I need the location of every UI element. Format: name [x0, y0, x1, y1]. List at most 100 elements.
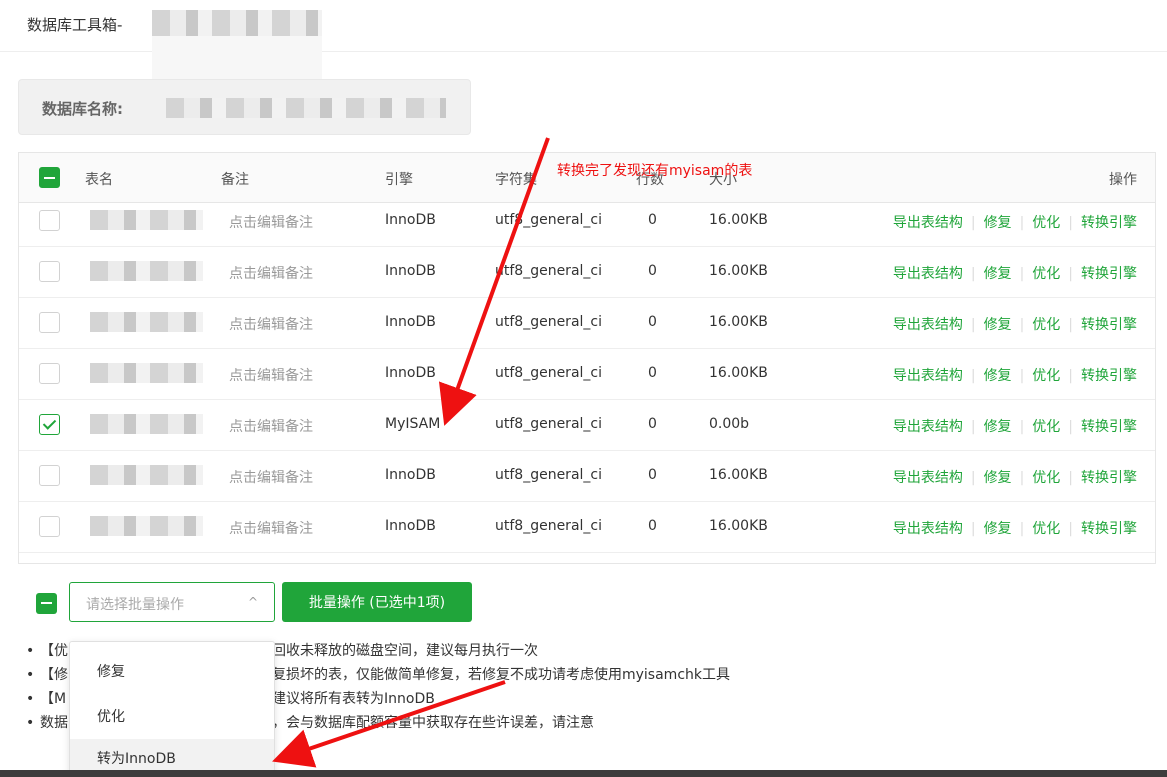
row-checkbox[interactable]	[39, 363, 60, 384]
chevron-up-icon: ^	[247, 595, 258, 609]
tables-table: 表名 备注 引擎 字符集 行数 大小 操作 点击编辑备注 InnoDB utf8_g…	[18, 152, 1156, 564]
row-count-value: 0	[648, 467, 657, 483]
optimize-link[interactable]: 优化	[1032, 368, 1060, 384]
engine-value: InnoDB	[385, 365, 436, 381]
export-structure-link[interactable]: 导出表结构	[893, 470, 963, 486]
optimize-link[interactable]: 优化	[1032, 470, 1060, 486]
edit-note-link[interactable]: 点击编辑备注	[229, 416, 313, 436]
batch-operation-select[interactable]: 请选择批量操作 ^	[69, 582, 275, 622]
row-count-value: 0	[648, 518, 657, 534]
redacted-table-name	[90, 312, 203, 332]
table-row: 点击编辑备注 MyISAM utf8_general_ci 0 0.00b 导出表结构 | 修…	[19, 400, 1155, 451]
column-engine: 引擎	[385, 172, 413, 188]
edit-note-link[interactable]: 点击编辑备注	[229, 518, 313, 538]
engine-value: InnoDB	[385, 263, 436, 279]
export-structure-link[interactable]: 导出表结构	[893, 215, 963, 231]
engine-value: InnoDB	[385, 518, 436, 534]
dropdown-option-optimize[interactable]: 优化	[70, 697, 274, 737]
table-row: 点击编辑备注 InnoDB utf8_general_ci 0 16.00KB 导出表结构…	[19, 349, 1155, 400]
edit-note-link[interactable]: 点击编辑备注	[229, 263, 313, 283]
repair-link[interactable]: 修复	[984, 266, 1012, 282]
select-all-checkbox[interactable]	[39, 167, 60, 188]
row-count-value: 0	[648, 365, 657, 381]
convert-engine-link[interactable]: 转换引擎	[1081, 368, 1137, 384]
convert-engine-link[interactable]: 转换引擎	[1081, 266, 1137, 282]
row-count-value: 0	[648, 263, 657, 279]
size-value: 16.00KB	[709, 467, 768, 483]
edit-note-link[interactable]: 点击编辑备注	[229, 314, 313, 334]
size-value: 16.00KB	[709, 518, 768, 534]
row-actions: 导出表结构 | 修复 | 优化 | 转换引擎	[892, 368, 1137, 384]
row-actions: 导出表结构 | 修复 | 优化 | 转换引擎	[892, 215, 1137, 231]
batch-operation-button[interactable]: 批量操作 (已选中1项)	[282, 582, 472, 622]
optimize-link[interactable]: 优化	[1032, 521, 1060, 537]
redacted-table-name	[90, 465, 203, 485]
row-count-value: 0	[648, 212, 657, 228]
batch-select-checkbox[interactable]	[36, 593, 57, 614]
size-value: 16.00KB	[709, 263, 768, 279]
export-structure-link[interactable]: 导出表结构	[893, 368, 963, 384]
repair-link[interactable]: 修复	[984, 521, 1012, 537]
table-row: 点击编辑备注 InnoDB utf8_general_ci 0 16.00KB 导出表结构…	[19, 196, 1155, 247]
convert-engine-link[interactable]: 转换引擎	[1081, 419, 1137, 435]
redacted-table-name	[90, 210, 203, 230]
repair-link[interactable]: 修复	[984, 368, 1012, 384]
size-value: 16.00KB	[709, 212, 768, 228]
row-actions: 导出表结构 | 修复 | 优化 | 转换引擎	[892, 521, 1137, 537]
row-actions: 导出表结构 | 修复 | 优化 | 转换引擎	[892, 419, 1137, 435]
row-actions: 导出表结构 | 修复 | 优化 | 转换引擎	[892, 266, 1137, 282]
batch-select-placeholder: 请选择批量操作	[86, 597, 184, 613]
row-checkbox[interactable]	[39, 465, 60, 486]
redacted-table-name	[90, 516, 203, 536]
engine-value: MyISAM	[385, 416, 441, 432]
export-structure-link[interactable]: 导出表结构	[893, 266, 963, 282]
charset-value: utf8_general_ci	[495, 416, 602, 432]
table-row: 点击编辑备注 InnoDB utf8_general_ci 0 16.00KB 导出表结构…	[19, 247, 1155, 298]
redacted-overlay	[152, 36, 322, 82]
column-table-name: 表名	[85, 172, 113, 188]
convert-engine-link[interactable]: 转换引擎	[1081, 215, 1137, 231]
charset-value: utf8_general_ci	[495, 314, 602, 330]
repair-link[interactable]: 修复	[984, 215, 1012, 231]
engine-value: InnoDB	[385, 467, 436, 483]
export-structure-link[interactable]: 导出表结构	[893, 521, 963, 537]
size-value: 16.00KB	[709, 365, 768, 381]
database-name-label: 数据库名称:	[42, 100, 123, 118]
row-checkbox[interactable]	[39, 210, 60, 231]
redacted-database-name	[166, 98, 446, 118]
row-checkbox[interactable]	[39, 516, 60, 537]
size-value: 16.00KB	[709, 314, 768, 330]
row-checkbox[interactable]	[39, 261, 60, 282]
optimize-link[interactable]: 优化	[1032, 419, 1060, 435]
optimize-link[interactable]: 优化	[1032, 266, 1060, 282]
redacted-table-name	[90, 261, 203, 281]
convert-engine-link[interactable]: 转换引擎	[1081, 317, 1137, 333]
size-value: 0.00b	[709, 416, 750, 432]
edit-note-link[interactable]: 点击编辑备注	[229, 365, 313, 385]
engine-value: InnoDB	[385, 314, 436, 330]
row-checkbox[interactable]	[39, 414, 60, 435]
repair-link[interactable]: 修复	[984, 470, 1012, 486]
annotation-text: 转换完了发现还有myisam的表	[557, 163, 753, 179]
optimize-link[interactable]: 优化	[1032, 215, 1060, 231]
row-count-value: 0	[648, 314, 657, 330]
edit-note-link[interactable]: 点击编辑备注	[229, 467, 313, 487]
dialog-title: 数据库工具箱-	[27, 16, 123, 34]
convert-engine-link[interactable]: 转换引擎	[1081, 470, 1137, 486]
charset-value: utf8_general_ci	[495, 263, 602, 279]
export-structure-link[interactable]: 导出表结构	[893, 317, 963, 333]
dropdown-option-repair[interactable]: 修复	[70, 652, 274, 692]
row-count-value: 0	[648, 416, 657, 432]
row-checkbox[interactable]	[39, 312, 60, 333]
column-note: 备注	[221, 172, 249, 188]
convert-engine-link[interactable]: 转换引擎	[1081, 521, 1137, 537]
table-row: 点击编辑备注 InnoDB utf8_general_ci 0 16.00KB 导出表结构…	[19, 298, 1155, 349]
repair-link[interactable]: 修复	[984, 419, 1012, 435]
charset-value: utf8_general_ci	[495, 365, 602, 381]
export-structure-link[interactable]: 导出表结构	[893, 419, 963, 435]
repair-link[interactable]: 修复	[984, 317, 1012, 333]
table-row: 点击编辑备注 InnoDB utf8_general_ci 0 16.00KB 导出表结构…	[19, 502, 1155, 553]
edit-note-link[interactable]: 点击编辑备注	[229, 212, 313, 232]
row-actions: 导出表结构 | 修复 | 优化 | 转换引擎	[892, 470, 1137, 486]
optimize-link[interactable]: 优化	[1032, 317, 1060, 333]
